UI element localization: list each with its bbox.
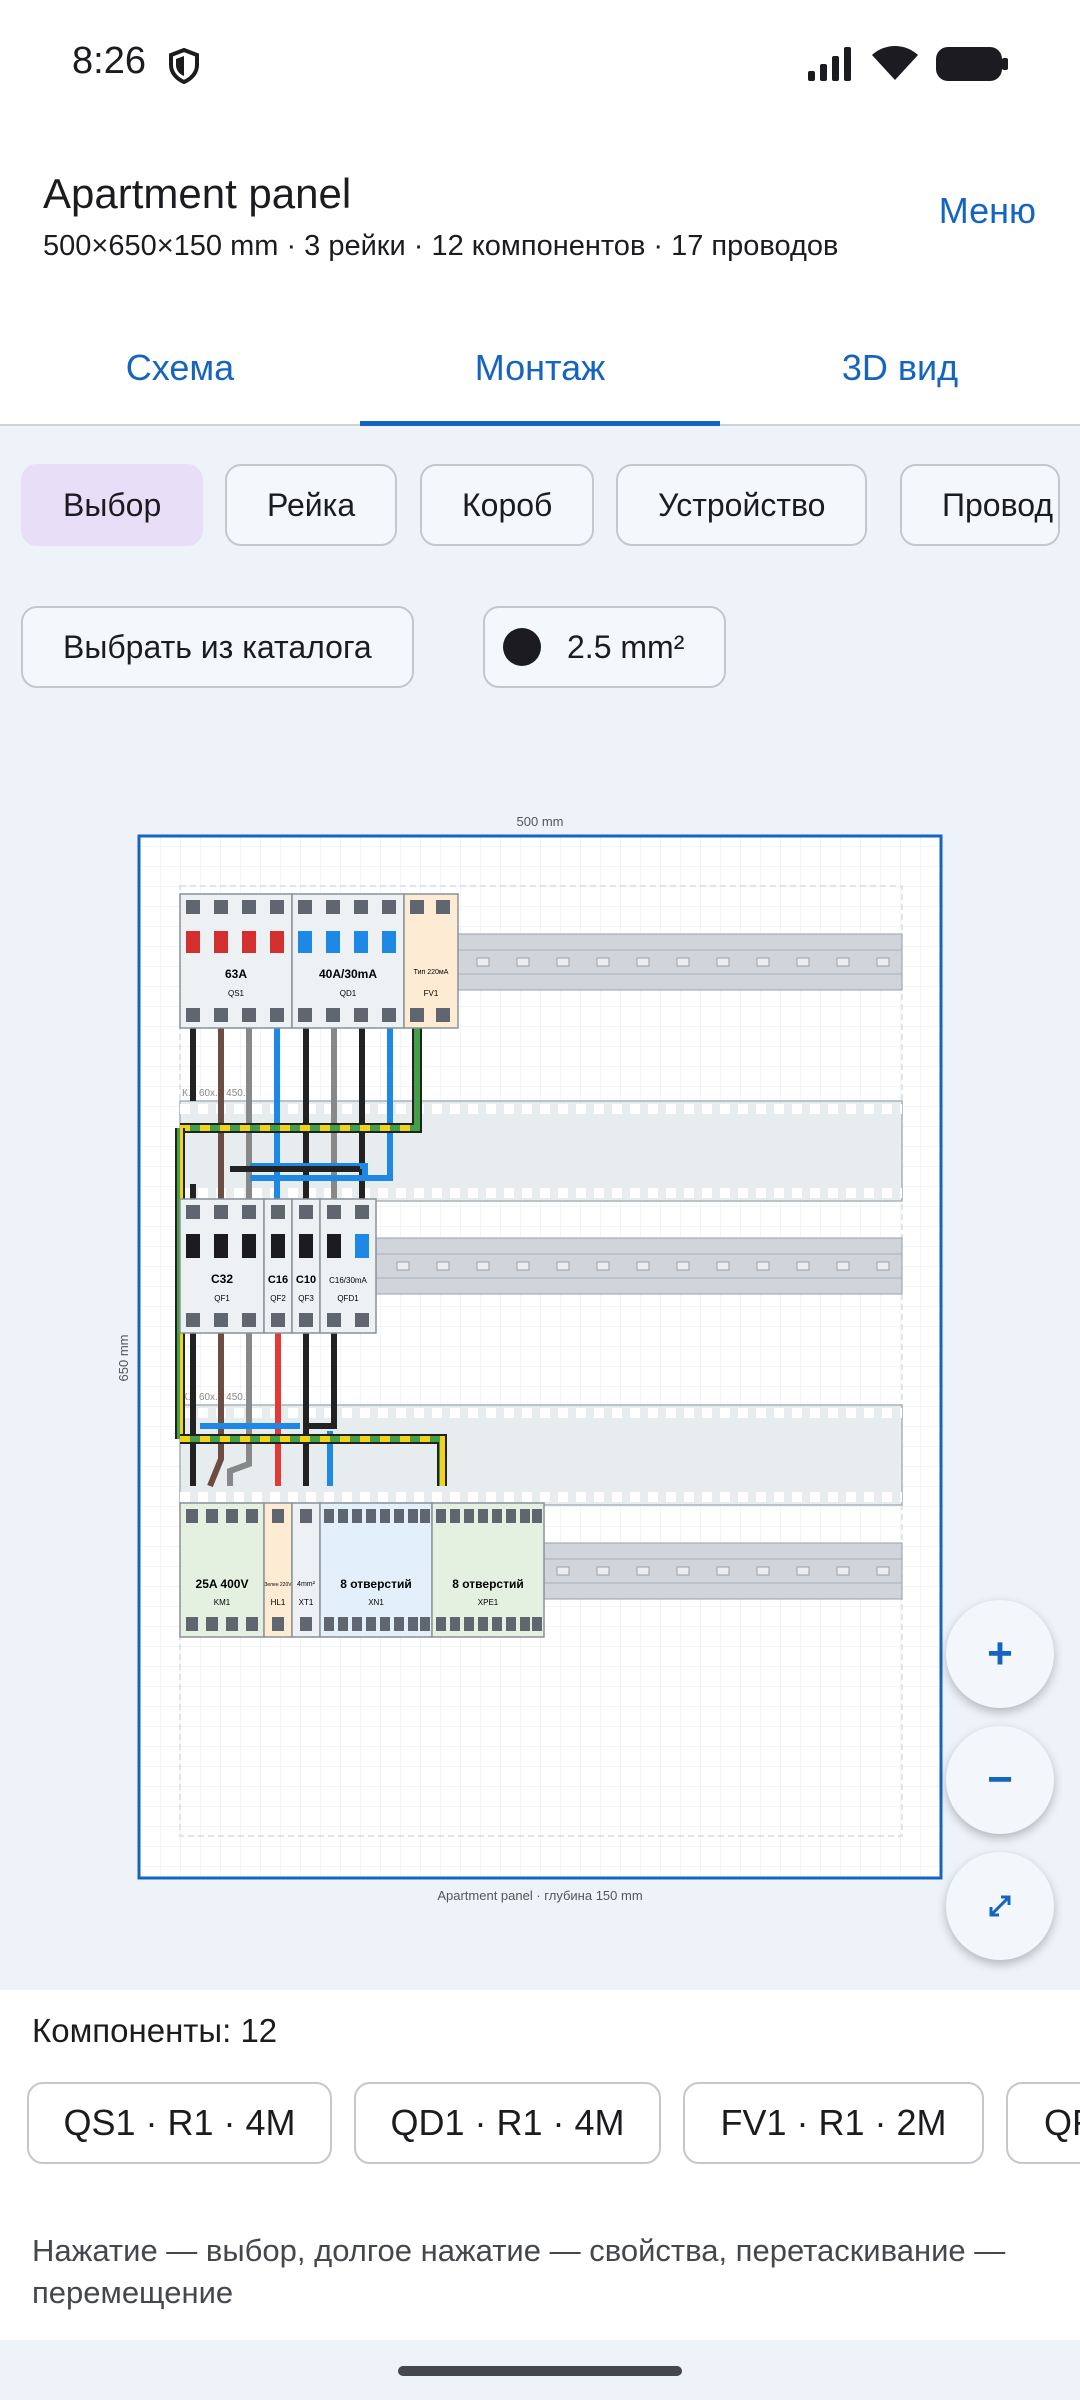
device-qf1: C32 QF1 <box>179 1198 265 1334</box>
mounting-canvas[interactable]: 500 mm 650 mm Apartment panel · глубина … <box>0 726 1080 1990</box>
device-xt1: 4mm² XT1 <box>291 1502 321 1638</box>
shield-icon <box>169 48 199 84</box>
mode-wire-chip[interactable]: Провод <box>900 464 1060 546</box>
component-chip-qf[interactable]: QF <box>1006 2082 1080 2164</box>
zoom-in-button[interactable]: + <box>946 1600 1054 1708</box>
device-id: QFD1 <box>337 1294 359 1303</box>
device-id: QF3 <box>298 1294 314 1303</box>
device-id: QS1 <box>228 989 245 998</box>
mode-duct-chip[interactable]: Короб <box>420 464 595 546</box>
device-rating: 4mm² <box>297 1581 316 1588</box>
gesture-hint: Нажатие — выбор, долгое нажатие — свойст… <box>32 2233 1006 2310</box>
status-time: 8:26 <box>72 40 146 82</box>
top-app-bar: Apartment panel 500×650×150 mm · 3 рейки… <box>0 160 1080 290</box>
device-km1: 25A 400V KM1 <box>179 1502 265 1638</box>
wire-size-label: 2.5 mm² <box>567 628 685 665</box>
device-rating: C16 <box>268 1274 288 1286</box>
device-qfd1: C16/30mA QFD1 <box>319 1198 377 1334</box>
device-qs1: 63A QS1 <box>179 893 293 1029</box>
page-subtitle: 500×650×150 mm · 3 рейки · 12 компоненто… <box>43 230 839 262</box>
home-handle[interactable] <box>398 2366 682 2376</box>
panel-caption: Apartment panel · глубина 150 mm <box>437 1888 642 1903</box>
battery-icon <box>936 47 1008 81</box>
zoom-out-button[interactable]: − <box>946 1726 1054 1834</box>
device-rating: C16/30mA <box>329 1276 367 1285</box>
mode-rail-chip[interactable]: Рейка <box>225 464 398 546</box>
navigation-bar <box>0 2340 1080 2400</box>
device-qf3: C10 QF3 <box>291 1198 321 1334</box>
device-id: XPE1 <box>478 1598 499 1607</box>
device-id: QD1 <box>340 989 357 998</box>
device-id: HL1 <box>271 1598 286 1607</box>
device-rating: Тип 220мА <box>414 969 449 976</box>
tab-mounting[interactable]: Монтаж <box>360 310 720 428</box>
device-fv1: Тип 220мА FV1 <box>403 893 459 1029</box>
panel-width-label: 500 mm <box>517 814 564 829</box>
panel-drawing[interactable]: 500 mm 650 mm Apartment panel · глубина … <box>0 726 1080 1990</box>
wire-size-chip[interactable]: 2.5 mm² <box>483 606 727 688</box>
device-id: KM1 <box>214 1598 231 1607</box>
device-rating: C32 <box>211 1272 233 1286</box>
device-rating: Зелен 220V <box>264 1582 292 1588</box>
tab-scheme[interactable]: Схема <box>0 310 360 426</box>
device-rating: 40A/30mA <box>319 967 377 981</box>
device-id: FV1 <box>424 989 439 998</box>
page-title: Apartment panel <box>43 170 352 217</box>
component-chip-qs1[interactable]: QS1 · R1 · 4M <box>27 2082 332 2164</box>
device-qd1: 40A/30mA QD1 <box>291 893 405 1029</box>
signal-icon <box>808 47 851 81</box>
device-id: QF2 <box>270 1294 286 1303</box>
tab-bar: Схема Монтаж 3D вид <box>0 310 1080 428</box>
device-hl1: Зелен 220V HL1 <box>263 1502 293 1638</box>
status-bar: 8:26 <box>0 0 1080 130</box>
catalog-button[interactable]: Выбрать из каталога <box>21 606 414 688</box>
component-chip-qd1[interactable]: QD1 · R1 · 4M <box>354 2082 661 2164</box>
device-id: XN1 <box>368 1598 384 1607</box>
mode-select-chip[interactable]: Выбор <box>21 464 204 546</box>
components-panel: Компоненты: 12 QS1 · R1 · 4M QD1 · R1 · … <box>0 1990 1080 2340</box>
device-xn1: 8 отверстий XN1 <box>319 1502 433 1638</box>
device-xpe1: 8 отверстий XPE1 <box>431 1502 545 1638</box>
component-chip-fv1[interactable]: FV1 · R1 · 2M <box>683 2082 984 2164</box>
tool-panel: Выбор Рейка Короб Устройство Провод Выбр… <box>0 426 1080 726</box>
menu-button[interactable]: Меню <box>939 190 1036 232</box>
device-id: XT1 <box>299 1598 314 1607</box>
tab-3d-view[interactable]: 3D вид <box>720 310 1080 426</box>
components-count: Компоненты: 12 <box>32 2012 278 2049</box>
wire-color-swatch <box>503 628 541 666</box>
mode-device-chip[interactable]: Устройство <box>616 464 868 546</box>
device-rating: 25A 400V <box>196 1577 249 1591</box>
fit-to-screen-button[interactable] <box>946 1852 1054 1960</box>
device-id: QF1 <box>214 1294 230 1303</box>
fit-screen-icon <box>989 1895 1011 1917</box>
device-qf2: C16 QF2 <box>263 1198 293 1334</box>
device-rating: 8 отверстий <box>340 1577 411 1591</box>
panel-height-label: 650 mm <box>116 1335 131 1382</box>
wifi-icon <box>872 46 918 80</box>
device-rating: 63A <box>225 967 247 981</box>
device-rating: C10 <box>296 1274 316 1286</box>
device-rating: 8 отверстий <box>452 1577 523 1591</box>
